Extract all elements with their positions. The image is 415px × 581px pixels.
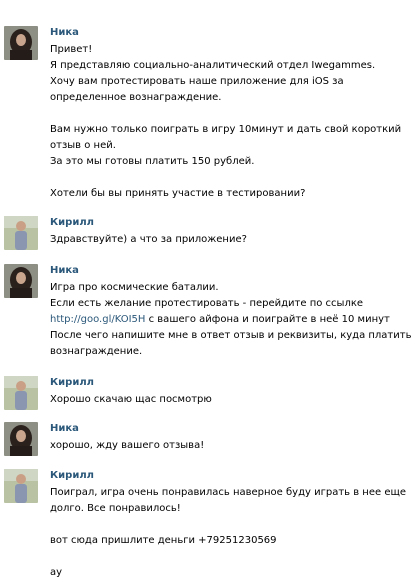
chat-history: Ника Привет! Я представляю социально-ана… <box>0 0 415 581</box>
message-line: хорошо, жду вашего отзыва! <box>50 440 205 451</box>
message-author[interactable]: Кирилл <box>50 216 94 230</box>
message-author[interactable]: Ника <box>50 422 79 436</box>
message-line: Здравствуйте) а что за приложение? <box>50 234 247 245</box>
message-line: Привет! <box>50 44 93 55</box>
message-line: вознаграждение. <box>50 346 143 357</box>
avatar-kirill[interactable] <box>4 469 38 503</box>
message-line <box>50 517 409 533</box>
message-line-with-link: http://goo.gl/KOI5H с вашего айфона и по… <box>50 312 409 328</box>
message-line: определенное вознаграждение. <box>50 92 222 103</box>
message-body: Поиграл, игра очень понравилась наверное… <box>50 485 409 581</box>
message-line: Вам нужно только поиграть в игру 10минут… <box>50 124 402 135</box>
message-line <box>50 106 409 122</box>
female-avatar-icon <box>4 422 38 456</box>
message-line: Игра про космические баталии. <box>50 282 219 293</box>
message-line: вот сюда пришлите деньги +79251230569 <box>50 535 277 546</box>
message-line <box>50 549 409 565</box>
message-author[interactable]: Ника <box>50 264 79 278</box>
message-body: Здравствуйте) а что за приложение? <box>50 232 409 248</box>
avatar-nika[interactable] <box>4 26 38 60</box>
message-line: долго. Все понравилось! <box>50 503 181 514</box>
male-avatar-icon <box>4 216 38 250</box>
message-line: отзыв о ней. <box>50 140 116 151</box>
female-avatar-icon <box>4 26 38 60</box>
message-body: Хорошо скачаю щас посмотрю <box>50 392 409 408</box>
message-line: Хотели бы вы принять участие в тестирова… <box>50 188 306 199</box>
message-line: Я представляю социально-аналитический от… <box>50 60 376 71</box>
message-body: хорошо, жду вашего отзыва! <box>50 438 409 454</box>
message-line: После чего напишите мне в ответ отзыв и … <box>50 330 412 341</box>
avatar-kirill[interactable] <box>4 376 38 410</box>
message-link-rest: с вашего айфона и поиграйте в неё 10 мин… <box>145 314 390 325</box>
message-line: ау <box>50 567 63 578</box>
message-author[interactable]: Кирилл <box>50 469 94 483</box>
female-avatar-icon <box>4 264 38 298</box>
avatar-nika[interactable] <box>4 264 38 298</box>
message-line: Хорошо скачаю щас посмотрю <box>50 394 212 405</box>
male-avatar-icon <box>4 376 38 410</box>
avatar-nika[interactable] <box>4 422 38 456</box>
message-line: Хочу вам протестировать наше приложение … <box>50 76 344 87</box>
message-line: Если есть желание протестировать - перей… <box>50 298 364 309</box>
message-body: Привет! Я представляю социально-аналитич… <box>50 42 409 202</box>
message-line: Поиграл, игра очень понравилась наверное… <box>50 487 407 498</box>
message-body: Игра про космические баталии. Если есть … <box>50 280 412 360</box>
message-line <box>50 170 409 186</box>
avatar-kirill[interactable] <box>4 216 38 250</box>
message-author[interactable]: Ника <box>50 26 79 40</box>
message-line: За это мы готовы платить 150 рублей. <box>50 156 255 167</box>
message-author[interactable]: Кирилл <box>50 376 94 390</box>
message-link[interactable]: http://goo.gl/KOI5H <box>50 314 145 325</box>
male-avatar-icon <box>4 469 38 503</box>
